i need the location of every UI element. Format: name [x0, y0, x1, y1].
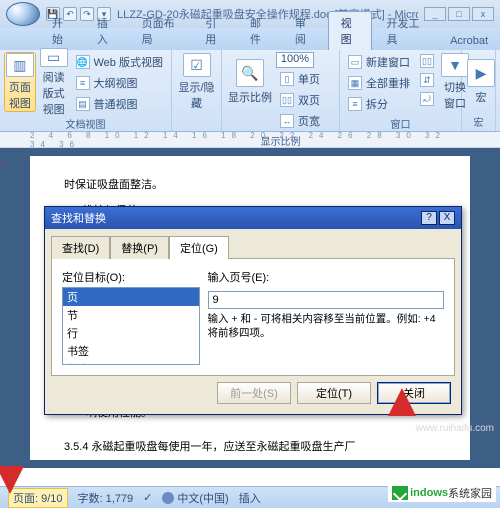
- ribbon: ▥ 页面视图 ▭ 阅读版式视图 🌐Web 版式视图 ≡大纲视图 ▤普通视图 文档…: [0, 50, 500, 132]
- tab-acrobat[interactable]: Acrobat: [438, 32, 500, 50]
- goto-hint: 输入 + 和 - 可将相关内容移至当前位置。例如: +4 将前移四项。: [208, 313, 444, 340]
- print-layout-icon: ▥: [6, 53, 34, 77]
- new-window-icon: ▭: [348, 55, 362, 69]
- dialog-title-bar[interactable]: 查找和替换 ? X: [45, 207, 461, 229]
- tab-developer[interactable]: 开发工具: [374, 12, 436, 50]
- list-item[interactable]: 页: [63, 288, 199, 306]
- dialog-help-button[interactable]: ?: [421, 211, 437, 225]
- arrange-all-button[interactable]: ▦全部重排: [344, 73, 414, 93]
- office-button[interactable]: [6, 2, 40, 26]
- tab-insert[interactable]: 插入: [85, 12, 128, 50]
- tab-review[interactable]: 审阅: [283, 12, 326, 50]
- reading-layout-icon: ▭: [40, 48, 68, 67]
- doc-text: 3.5.4 永磁起重吸盘每使用一年，应送至永磁起重吸盘生产厂: [64, 436, 436, 458]
- goto-button[interactable]: 定位(T): [297, 382, 371, 404]
- dialog-tabs: 查找(D) 替换(P) 定位(G): [45, 229, 461, 258]
- dialog-close-button[interactable]: X: [439, 211, 455, 225]
- find-replace-dialog: 查找和替换 ? X 查找(D) 替换(P) 定位(G) 定位目标(O): 页 节…: [44, 206, 462, 415]
- maximize-button[interactable]: □: [448, 7, 470, 21]
- zoom-button[interactable]: 🔍 显示比例: [226, 52, 274, 112]
- tab-references[interactable]: 引用: [193, 12, 236, 50]
- list-item[interactable]: 书签: [63, 342, 199, 360]
- arrange-all-icon: ▦: [348, 76, 362, 90]
- sync-scroll-icon: ⇵: [420, 73, 434, 87]
- two-pages-button[interactable]: ▯▯双页: [276, 90, 324, 110]
- annotation-arrow-icon: [0, 148, 2, 176]
- list-item[interactable]: 节: [63, 306, 199, 324]
- zoom-percent[interactable]: 100%: [276, 52, 314, 68]
- status-word-count[interactable]: 字数: 1,779: [78, 490, 134, 506]
- tab-mailings[interactable]: 邮件: [238, 12, 281, 50]
- ribbon-tabs: 开始 插入 页面布局 引用 邮件 审阅 视图 开发工具 Acrobat: [0, 28, 500, 50]
- list-item[interactable]: 行: [63, 324, 199, 342]
- one-page-button[interactable]: ▯单页: [276, 69, 324, 89]
- web-layout-button[interactable]: 🌐Web 版式视图: [72, 52, 167, 72]
- outline-button[interactable]: ≡大纲视图: [72, 73, 167, 93]
- page-width-icon: ↔: [280, 114, 294, 128]
- draft-button[interactable]: ▤普通视图: [72, 94, 167, 114]
- show-hide-icon: ☑: [183, 53, 211, 77]
- print-layout-button[interactable]: ▥ 页面视图: [4, 52, 36, 112]
- group-label: 窗口: [344, 114, 457, 131]
- windows-flag-icon: [392, 486, 408, 500]
- group-zoom: 🔍 显示比例 100% ▯单页 ▯▯双页 ↔页宽 显示比例: [222, 50, 340, 131]
- split-button[interactable]: ≡拆分: [344, 94, 414, 114]
- split-icon: ≡: [348, 97, 362, 111]
- dialog-body: 定位目标(O): 页 节 行 书签 批注 脚注 输入页号(E): 输入 + 和 …: [51, 258, 455, 376]
- view-side-by-side-button[interactable]: ▯▯: [416, 52, 438, 70]
- reset-window-button[interactable]: ⤾: [416, 90, 438, 108]
- web-layout-icon: 🌐: [76, 55, 90, 69]
- annotation-arrow-icon: [388, 388, 416, 416]
- status-proofing[interactable]: ✓: [143, 491, 152, 504]
- previous-button: 前一处(S): [217, 382, 291, 404]
- list-item[interactable]: 批注: [63, 360, 199, 365]
- view-small-buttons: 🌐Web 版式视图 ≡大纲视图 ▤普通视图: [72, 52, 167, 114]
- language-icon: [162, 492, 174, 504]
- dialog-title: 查找和替换: [51, 210, 106, 226]
- goto-target-listbox[interactable]: 页 节 行 书签 批注 脚注: [62, 287, 200, 365]
- goto-target-label: 定位目标(O):: [62, 269, 200, 285]
- reading-layout-button[interactable]: ▭ 阅读版式视图: [38, 52, 70, 112]
- tab-replace[interactable]: 替换(P): [110, 236, 169, 259]
- tab-goto[interactable]: 定位(G): [169, 236, 229, 259]
- tab-page-layout[interactable]: 页面布局: [130, 12, 192, 50]
- status-language[interactable]: 中文(中国): [162, 490, 228, 506]
- side-by-side-icon: ▯▯: [420, 54, 434, 68]
- page-number-input[interactable]: [208, 291, 444, 309]
- annotation-arrow-icon: [0, 466, 24, 494]
- tab-view[interactable]: 视图: [328, 11, 373, 50]
- sync-scroll-button[interactable]: ⇵: [416, 71, 438, 89]
- doc-text: 时保证吸盘面整洁。: [64, 174, 436, 196]
- group-macros: ▶ 宏 宏: [462, 50, 496, 131]
- show-hide-button[interactable]: ☑ 显示/隐藏: [176, 52, 217, 112]
- close-button[interactable]: x: [472, 7, 494, 21]
- draft-icon: ▤: [76, 97, 90, 111]
- tab-find[interactable]: 查找(D): [51, 236, 110, 259]
- tab-home[interactable]: 开始: [40, 12, 83, 50]
- watermark-url: www.ruihaifu.com: [416, 423, 494, 434]
- group-label: 显示比例: [226, 131, 335, 148]
- group-label: 文档视图: [4, 114, 167, 131]
- group-window: ▭新建窗口 ▦全部重排 ≡拆分 ▯▯ ⇵ ⤾ ▼ 切换窗口 窗口: [340, 50, 462, 131]
- group-document-views: ▥ 页面视图 ▭ 阅读版式视图 🌐Web 版式视图 ≡大纲视图 ▤普通视图 文档…: [0, 50, 172, 131]
- zoom-icon: 🔍: [236, 59, 264, 87]
- outline-icon: ≡: [76, 76, 90, 90]
- group-label: 宏: [466, 112, 491, 129]
- one-page-icon: ▯: [280, 72, 294, 86]
- page-width-button[interactable]: ↔页宽: [276, 111, 324, 131]
- proof-check-icon: ✓: [143, 491, 152, 504]
- macros-icon: ▶: [467, 59, 495, 87]
- status-insert-mode[interactable]: 插入: [239, 490, 261, 506]
- macros-button[interactable]: ▶ 宏: [466, 52, 496, 112]
- reset-window-icon: ⤾: [420, 92, 434, 106]
- watermark-logo: indows系统家园: [388, 484, 496, 502]
- two-pages-icon: ▯▯: [280, 93, 294, 107]
- group-show-hide: ☑ 显示/隐藏: [172, 50, 222, 131]
- new-window-button[interactable]: ▭新建窗口: [344, 52, 414, 72]
- page-number-label: 输入页号(E):: [208, 269, 444, 285]
